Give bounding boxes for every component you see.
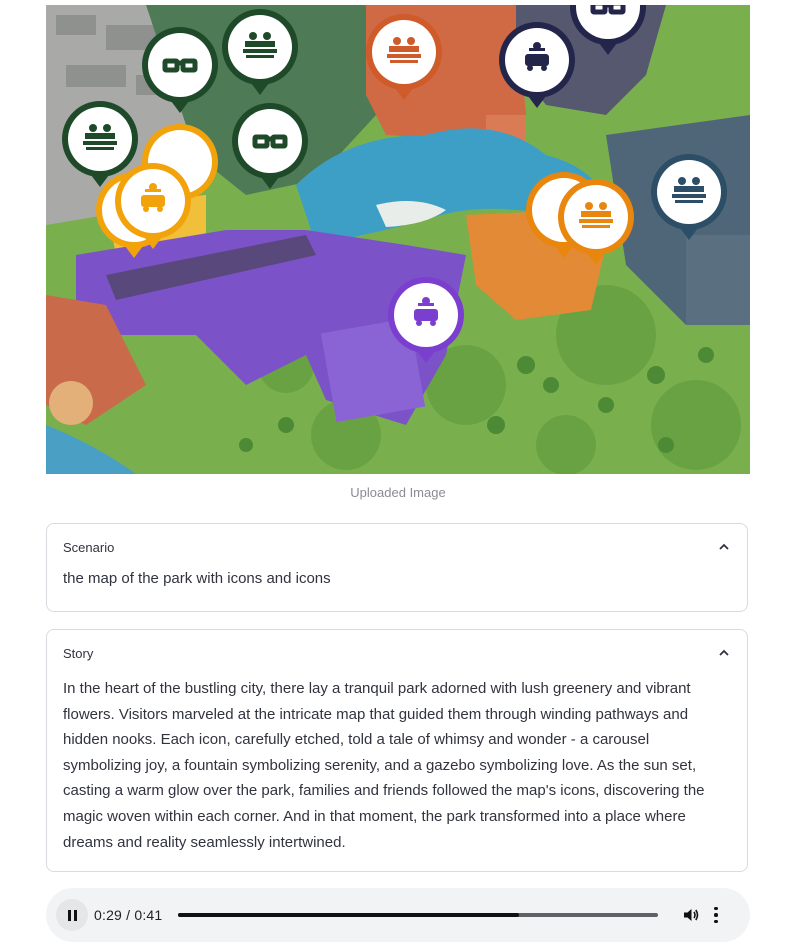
progress-bar[interactable] xyxy=(178,913,659,917)
duration: 0:41 xyxy=(134,907,163,923)
map-marker-ride-seats[interactable] xyxy=(366,14,442,100)
scenario-text: the map of the park with icons and icons xyxy=(63,570,331,587)
map-marker-ride-seats[interactable] xyxy=(558,179,634,265)
pause-button[interactable] xyxy=(56,899,88,931)
map-marker-glasses[interactable] xyxy=(570,5,646,55)
story-expander-header[interactable]: Story xyxy=(47,630,747,676)
map-marker-ride-car[interactable] xyxy=(388,277,464,363)
map-markers xyxy=(62,5,727,363)
audio-time: 0:29 / 0:41 xyxy=(94,907,162,923)
more-options-icon[interactable] xyxy=(714,906,718,924)
story-expander: Story In the heart of the bustling city,… xyxy=(46,629,748,872)
volume-icon[interactable] xyxy=(682,906,700,924)
chevron-up-icon xyxy=(719,649,729,656)
map-marker-ride-seats[interactable] xyxy=(651,154,727,240)
chevron-up-icon xyxy=(719,543,729,550)
scenario-title: Scenario xyxy=(63,539,115,555)
map-marker-ride-car[interactable] xyxy=(499,22,575,108)
map-marker-ride-seats[interactable] xyxy=(222,9,298,95)
map-marker-glasses[interactable] xyxy=(232,103,308,189)
current-time: 0:29 xyxy=(94,907,123,923)
pause-icon xyxy=(67,909,71,921)
scenario-expander-header[interactable]: Scenario xyxy=(47,524,747,570)
map-marker-glasses[interactable] xyxy=(142,27,218,113)
progress-fill xyxy=(178,913,520,917)
audio-player: 0:29 / 0:41 xyxy=(46,888,750,942)
story-text: In the heart of the bustling city, there… xyxy=(63,680,705,851)
image-caption: Uploaded Image xyxy=(350,485,446,500)
scenario-expander: Scenario the map of the park with icons … xyxy=(46,523,748,612)
time-separator: / xyxy=(126,907,131,923)
uploaded-image xyxy=(46,5,750,474)
story-title: Story xyxy=(63,645,94,661)
